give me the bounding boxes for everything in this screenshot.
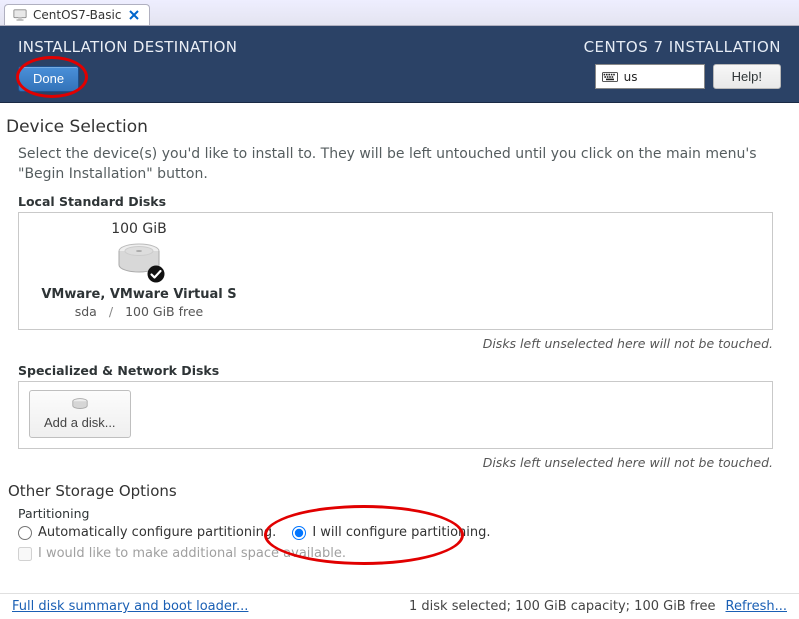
radio-auto-input[interactable] bbox=[18, 526, 32, 540]
refresh-link[interactable]: Refresh... bbox=[726, 599, 788, 614]
keyboard-layout-value: us bbox=[624, 70, 638, 84]
partitioning-label: Partitioning bbox=[18, 506, 787, 521]
disk-dev: sda bbox=[75, 304, 97, 319]
help-button[interactable]: Help! bbox=[713, 64, 781, 89]
main-content: Device Selection Select the device(s) yo… bbox=[0, 103, 799, 561]
vm-tab[interactable]: CentOS7-Basic bbox=[4, 4, 150, 25]
vm-icon bbox=[13, 8, 27, 22]
installer-brand: CENTOS 7 INSTALLATION bbox=[584, 38, 781, 56]
network-disks-box: Add a disk... bbox=[18, 381, 773, 449]
radio-manual-partition[interactable]: I will configure partitioning. bbox=[292, 525, 490, 540]
local-disks-box: 100 GiB VMware, VMware Virtual S sda / 1… bbox=[18, 212, 773, 330]
radio-auto-partition[interactable]: Automatically configure partitioning. bbox=[18, 525, 276, 540]
disk-subinfo: sda / 100 GiB free bbox=[75, 304, 204, 319]
vm-tab-title: CentOS7-Basic bbox=[33, 8, 121, 22]
keyboard-layout-field[interactable]: us bbox=[595, 64, 705, 89]
check-badge-icon bbox=[147, 265, 165, 283]
page-title: INSTALLATION DESTINATION bbox=[18, 38, 237, 56]
device-selection-heading: Device Selection bbox=[6, 117, 787, 137]
add-disk-button[interactable]: Add a disk... bbox=[29, 390, 131, 438]
disk-size: 100 GiB bbox=[111, 221, 167, 237]
disk-summary-link[interactable]: Full disk summary and boot loader... bbox=[12, 599, 248, 614]
radio-manual-label: I will configure partitioning. bbox=[312, 525, 490, 540]
installer-header: INSTALLATION DESTINATION Done CENTOS 7 I… bbox=[0, 26, 799, 103]
checkbox-additional-label: I would like to make additional space av… bbox=[38, 546, 346, 561]
disk-small-icon bbox=[71, 397, 89, 411]
disk-entry[interactable]: 100 GiB VMware, VMware Virtual S sda / 1… bbox=[29, 221, 249, 319]
checkbox-additional-input bbox=[18, 547, 32, 561]
disk-free: 100 GiB free bbox=[125, 304, 203, 319]
device-selection-intro: Select the device(s) you'd like to insta… bbox=[18, 145, 778, 184]
network-disks-label: Specialized & Network Disks bbox=[18, 363, 787, 378]
storage-heading: Other Storage Options bbox=[8, 482, 787, 500]
network-disks-hint: Disks left unselected here will not be t… bbox=[4, 455, 773, 470]
close-icon[interactable] bbox=[127, 8, 141, 22]
add-disk-label: Add a disk... bbox=[44, 415, 116, 430]
checkbox-additional-space: I would like to make additional space av… bbox=[18, 546, 787, 561]
radio-manual-input[interactable] bbox=[292, 526, 306, 540]
radio-auto-label: Automatically configure partitioning. bbox=[38, 525, 276, 540]
vm-tab-bar: CentOS7-Basic bbox=[0, 0, 799, 26]
footer-status: 1 disk selected; 100 GiB capacity; 100 G… bbox=[409, 599, 715, 614]
footer-bar: Full disk summary and boot loader... 1 d… bbox=[0, 593, 799, 619]
local-disks-label: Local Standard Disks bbox=[18, 194, 787, 209]
disk-name: VMware, VMware Virtual S bbox=[41, 287, 236, 302]
partitioning-radios: Automatically configure partitioning. I … bbox=[18, 525, 787, 540]
local-disks-hint: Disks left unselected here will not be t… bbox=[4, 336, 773, 351]
keyboard-icon bbox=[602, 72, 618, 82]
done-button[interactable]: Done bbox=[18, 66, 79, 92]
